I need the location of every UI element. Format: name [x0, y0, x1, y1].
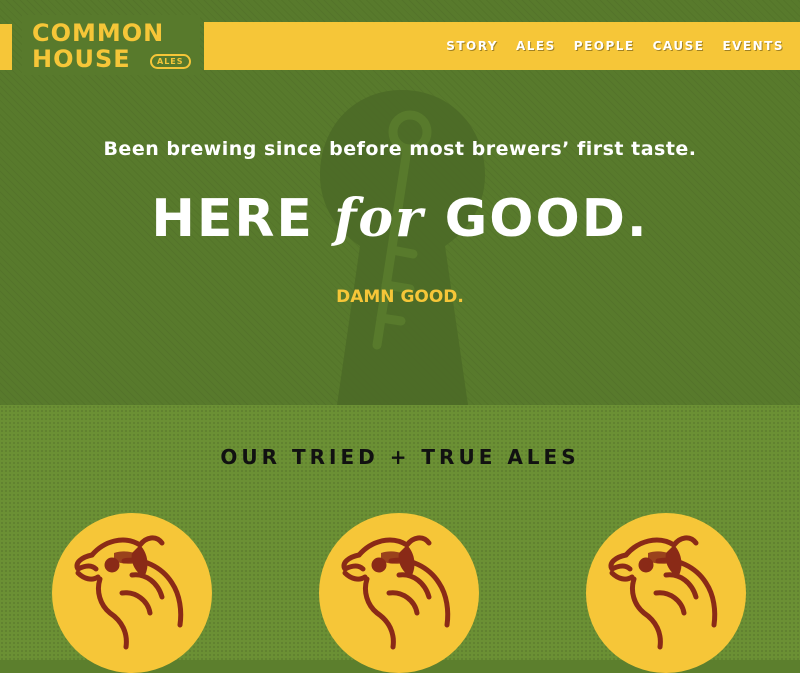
hero-subhead: DAMN GOOD.: [336, 287, 464, 307]
rooster-icon[interactable]: [586, 513, 746, 673]
headline-good: GOOD.: [444, 189, 649, 249]
ales-section: OUR TRIED + TRUE ALES: [0, 405, 800, 673]
logo-text-house: HOUSE: [32, 45, 131, 73]
top-navigation-bar: STORY ALES PEOPLE CAUSE EVENTS: [204, 22, 800, 70]
ales-section-title: OUR TRIED + TRUE ALES: [220, 445, 580, 469]
hero-headline: HERE for GOOD.: [0, 188, 800, 249]
main-nav: STORY ALES PEOPLE CAUSE EVENTS: [446, 39, 784, 53]
headline-for: for: [334, 188, 425, 249]
rooster-icon[interactable]: [319, 513, 479, 673]
nav-story[interactable]: STORY: [446, 39, 498, 53]
nav-ales[interactable]: ALES: [516, 39, 556, 53]
nav-events[interactable]: EVENTS: [722, 39, 784, 53]
nav-people[interactable]: PEOPLE: [574, 39, 635, 53]
headline-here: HERE: [151, 189, 314, 249]
rooster-icon[interactable]: [52, 513, 212, 673]
logo-text-common: COMMON: [32, 19, 165, 47]
nav-cause[interactable]: CAUSE: [653, 39, 705, 53]
hero-tagline: Been brewing since before most brewers’ …: [103, 138, 697, 160]
site-logo[interactable]: COMMON HOUSE ALES: [22, 15, 200, 75]
hero-section: COMMON HOUSE ALES STORY ALES PEOPLE CAUS…: [0, 0, 800, 405]
logo-ales-badge: ALES: [150, 54, 191, 69]
header-accent-bar: [0, 24, 12, 70]
